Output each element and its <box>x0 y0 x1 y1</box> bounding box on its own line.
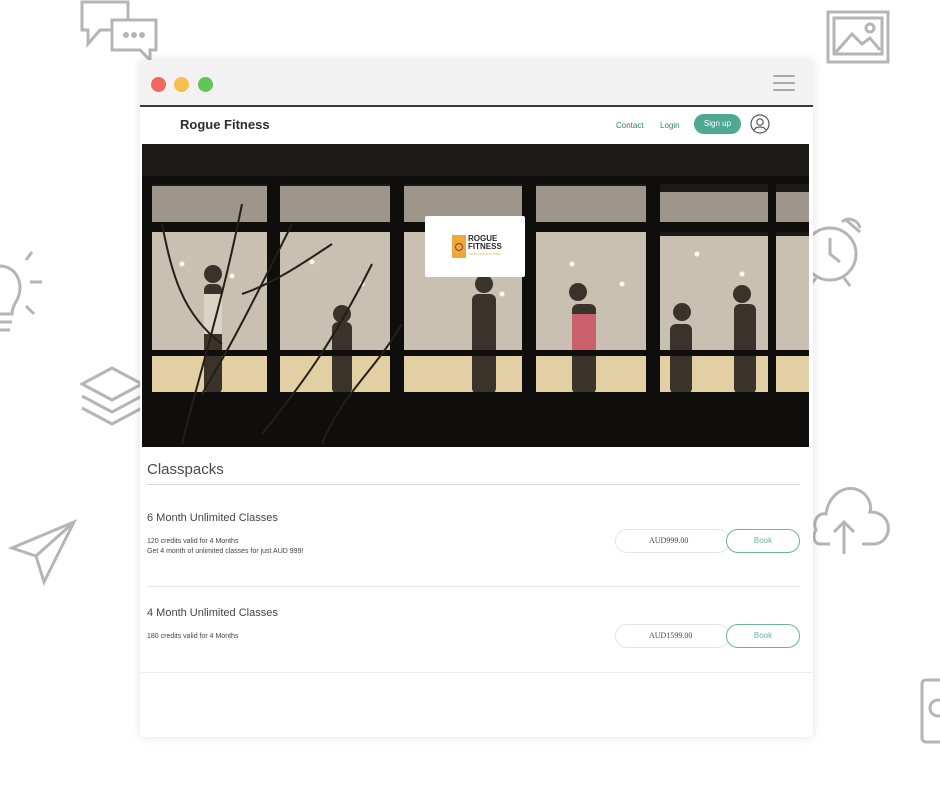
pack-price: AUD999.00 <box>615 529 730 553</box>
hero-banner-image: ROGUE FITNESS YOUR GROUPS HOME <box>142 144 809 447</box>
nav-login-link[interactable]: Login <box>660 121 680 130</box>
classpacks-heading: Classpacks <box>147 461 224 478</box>
close-window-button[interactable] <box>151 77 166 92</box>
pack-description-line: Get 4 month of unlimited classes for jus… <box>147 548 304 555</box>
cloud-upload-icon <box>810 478 892 558</box>
section-divider <box>147 484 800 485</box>
gym-logo-subtitle: YOUR GROUPS HOME <box>468 252 501 256</box>
book-button[interactable]: Book <box>726 529 800 553</box>
menu-icon[interactable] <box>773 75 795 93</box>
lightbulb-icon <box>0 248 46 340</box>
user-avatar-icon[interactable] <box>750 114 770 139</box>
maximize-window-button[interactable] <box>198 77 213 92</box>
image-icon <box>826 10 890 64</box>
profile-card-icon <box>918 676 940 744</box>
content-bottom-divider <box>140 672 813 673</box>
pack-name: 4 Month Unlimited Classes <box>147 607 278 619</box>
gym-logo-card: ROGUE FITNESS YOUR GROUPS HOME <box>425 216 525 277</box>
book-button[interactable]: Book <box>726 624 800 648</box>
paper-plane-icon <box>8 518 78 588</box>
title-bar <box>140 60 813 107</box>
pack-description-line: 120 credits valid for 4 Months <box>147 538 239 545</box>
chat-bubbles-icon <box>78 0 160 62</box>
nav-contact-link[interactable]: Contact <box>616 121 644 130</box>
gym-logo-title: ROGUE FITNESS <box>468 234 502 251</box>
browser-window: Rogue Fitness Contact Login Sign up ROGU… <box>140 60 813 737</box>
brand-name[interactable]: Rogue Fitness <box>180 117 270 132</box>
pack-description-line: 180 credits valid for 4 Months <box>147 633 239 640</box>
pack-price: AUD1599.00 <box>615 624 730 648</box>
alarm-clock-icon <box>806 214 864 292</box>
layers-icon <box>80 364 144 434</box>
pack-name: 6 Month Unlimited Classes <box>147 512 278 524</box>
pack-divider <box>147 586 800 587</box>
gym-logo-mark-icon <box>452 235 466 258</box>
signup-button[interactable]: Sign up <box>694 114 741 134</box>
site-navbar: Rogue Fitness Contact Login Sign up <box>140 107 813 142</box>
minimize-window-button[interactable] <box>174 77 189 92</box>
